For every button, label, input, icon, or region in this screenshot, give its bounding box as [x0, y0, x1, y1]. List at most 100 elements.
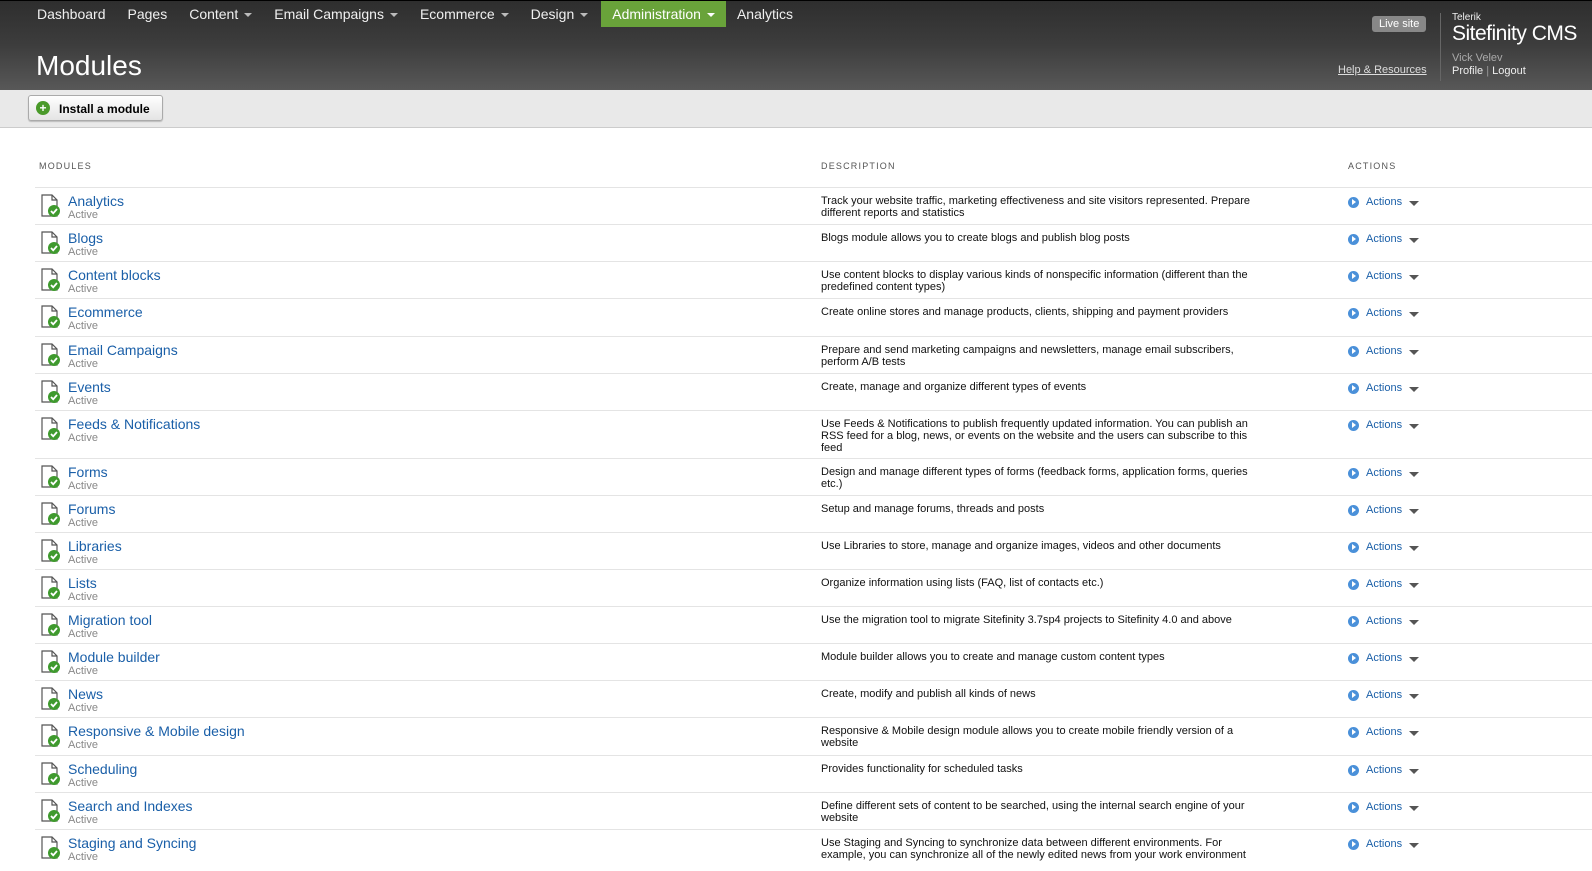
module-name-link[interactable]: Lists: [68, 575, 97, 591]
nav-email-campaigns[interactable]: Email Campaigns: [263, 1, 409, 27]
actions-menu[interactable]: Actions: [1348, 764, 1420, 776]
help-resources-link[interactable]: Help & Resources: [1338, 64, 1427, 76]
table-row: Analytics Active Track your website traffi…: [35, 187, 1592, 225]
actions-menu[interactable]: Actions: [1348, 652, 1420, 664]
table-row: Staging and Syncing Active Use Staging and…: [35, 829, 1592, 871]
actions-menu[interactable]: Actions: [1348, 233, 1420, 245]
actions-label: Actions: [1366, 541, 1403, 553]
module-name-link[interactable]: Scheduling: [68, 761, 137, 777]
actions-label: Actions: [1366, 726, 1403, 738]
actions-menu[interactable]: Actions: [1348, 801, 1420, 813]
actions-label: Actions: [1366, 307, 1403, 319]
module-description: Track your website traffic, marketing ef…: [821, 195, 1250, 219]
actions-menu[interactable]: Actions: [1348, 689, 1420, 701]
live-site-button[interactable]: Live site: [1372, 16, 1427, 32]
module-active-icon: [41, 539, 60, 562]
module-status: Active: [68, 702, 98, 714]
logout-link[interactable]: Logout: [1492, 65, 1526, 77]
module-name-link[interactable]: Events: [68, 379, 111, 395]
actions-menu[interactable]: Actions: [1348, 345, 1420, 357]
table-row: News Active Create, modify and publish all…: [35, 680, 1592, 718]
actions-menu[interactable]: Actions: [1348, 467, 1420, 479]
module-active-icon: [41, 836, 60, 859]
module-active-icon: [41, 305, 60, 328]
module-name-link[interactable]: Libraries: [68, 538, 122, 554]
module-name-link[interactable]: Blogs: [68, 230, 103, 246]
module-name-link[interactable]: Forums: [68, 501, 115, 517]
chevron-down-icon: [1409, 508, 1420, 514]
module-name-link[interactable]: Staging and Syncing: [68, 835, 196, 851]
nav-label: Analytics: [736, 6, 793, 22]
actions-menu[interactable]: Actions: [1348, 196, 1420, 208]
main-navigation: Dashboard Pages Content Email Campaigns Ecom…: [26, 1, 804, 28]
table-row: Migration tool Active Use the migration to…: [35, 606, 1592, 644]
nav-ecommerce[interactable]: Ecommerce: [409, 1, 520, 27]
nav-label: Ecommerce: [419, 6, 495, 22]
actions-label: Actions: [1366, 233, 1403, 245]
module-active-icon: [41, 799, 60, 822]
actions-menu[interactable]: Actions: [1348, 307, 1420, 319]
module-active-icon: [41, 465, 60, 488]
chevron-down-icon: [1409, 805, 1420, 811]
arrow-right-circle-icon: [1348, 652, 1359, 664]
actions-label: Actions: [1366, 270, 1403, 282]
nav-design[interactable]: Design: [520, 1, 600, 27]
link-separator: |: [1483, 65, 1493, 77]
actions-label: Actions: [1366, 419, 1403, 431]
chevron-down-icon: [389, 12, 398, 17]
actions-menu[interactable]: Actions: [1348, 541, 1420, 553]
module-active-icon: [41, 502, 60, 525]
nav-administration[interactable]: Administration: [601, 1, 726, 27]
table-row: Email Campaigns Active Prepare and send ma…: [35, 336, 1592, 374]
module-name-link[interactable]: Ecommerce: [68, 304, 143, 320]
profile-link[interactable]: Profile: [1452, 65, 1483, 77]
actions-menu[interactable]: Actions: [1348, 838, 1420, 850]
module-status: Active: [68, 517, 98, 529]
actions-label: Actions: [1366, 382, 1403, 394]
actions-menu[interactable]: Actions: [1348, 382, 1420, 394]
actions-label: Actions: [1366, 467, 1403, 479]
module-status: Active: [68, 814, 98, 826]
chevron-down-icon: [1409, 274, 1420, 280]
nav-analytics[interactable]: Analytics: [726, 1, 804, 27]
module-description: Module builder allows you to create and …: [821, 651, 1165, 663]
chevron-down-icon: [244, 12, 253, 17]
table-row: Content blocks Active Use content blocks t…: [35, 261, 1592, 299]
module-description: Provides functionality for scheduled tas…: [821, 763, 1023, 775]
module-name-link[interactable]: Analytics: [68, 193, 124, 209]
nav-dashboard[interactable]: Dashboard: [26, 1, 117, 27]
module-active-icon: [41, 268, 60, 291]
module-name-link[interactable]: Module builder: [68, 649, 160, 665]
page-title: Modules: [36, 50, 142, 81]
module-name-link[interactable]: Email Campaigns: [68, 342, 178, 358]
actions-label: Actions: [1366, 801, 1403, 813]
actions-menu[interactable]: Actions: [1348, 726, 1420, 738]
module-name-link[interactable]: Feeds & Notifications: [68, 416, 200, 432]
module-name-link[interactable]: Search and Indexes: [68, 798, 193, 814]
arrow-right-circle-icon: [1348, 764, 1359, 776]
chevron-down-icon: [1409, 730, 1420, 736]
table-row: Module builder Active Module builder allow…: [35, 643, 1592, 681]
arrow-right-circle-icon: [1348, 233, 1359, 245]
module-name-link[interactable]: News: [68, 686, 103, 702]
actions-menu[interactable]: Actions: [1348, 615, 1420, 627]
nav-pages[interactable]: Pages: [117, 1, 179, 27]
nav-content[interactable]: Content: [178, 1, 263, 27]
module-name-link[interactable]: Forms: [68, 464, 108, 480]
module-status: Active: [68, 209, 98, 221]
actions-menu[interactable]: Actions: [1348, 270, 1420, 282]
arrow-right-circle-icon: [1348, 467, 1359, 479]
chevron-down-icon: [1409, 349, 1420, 355]
module-name-link[interactable]: Content blocks: [68, 267, 161, 283]
module-active-icon: [41, 231, 60, 254]
nav-label: Design: [530, 6, 575, 22]
table-row: Feeds & Notifications Active Use Feeds & N…: [35, 410, 1592, 459]
actions-menu[interactable]: Actions: [1348, 578, 1420, 590]
actions-menu[interactable]: Actions: [1348, 419, 1420, 431]
install-module-button[interactable]: + Install a module: [28, 95, 163, 121]
actions-label: Actions: [1366, 345, 1403, 357]
module-name-link[interactable]: Migration tool: [68, 612, 152, 628]
module-name-link[interactable]: Responsive & Mobile design: [68, 723, 245, 739]
actions-menu[interactable]: Actions: [1348, 504, 1420, 516]
toolbar: + Install a module: [0, 90, 1592, 128]
